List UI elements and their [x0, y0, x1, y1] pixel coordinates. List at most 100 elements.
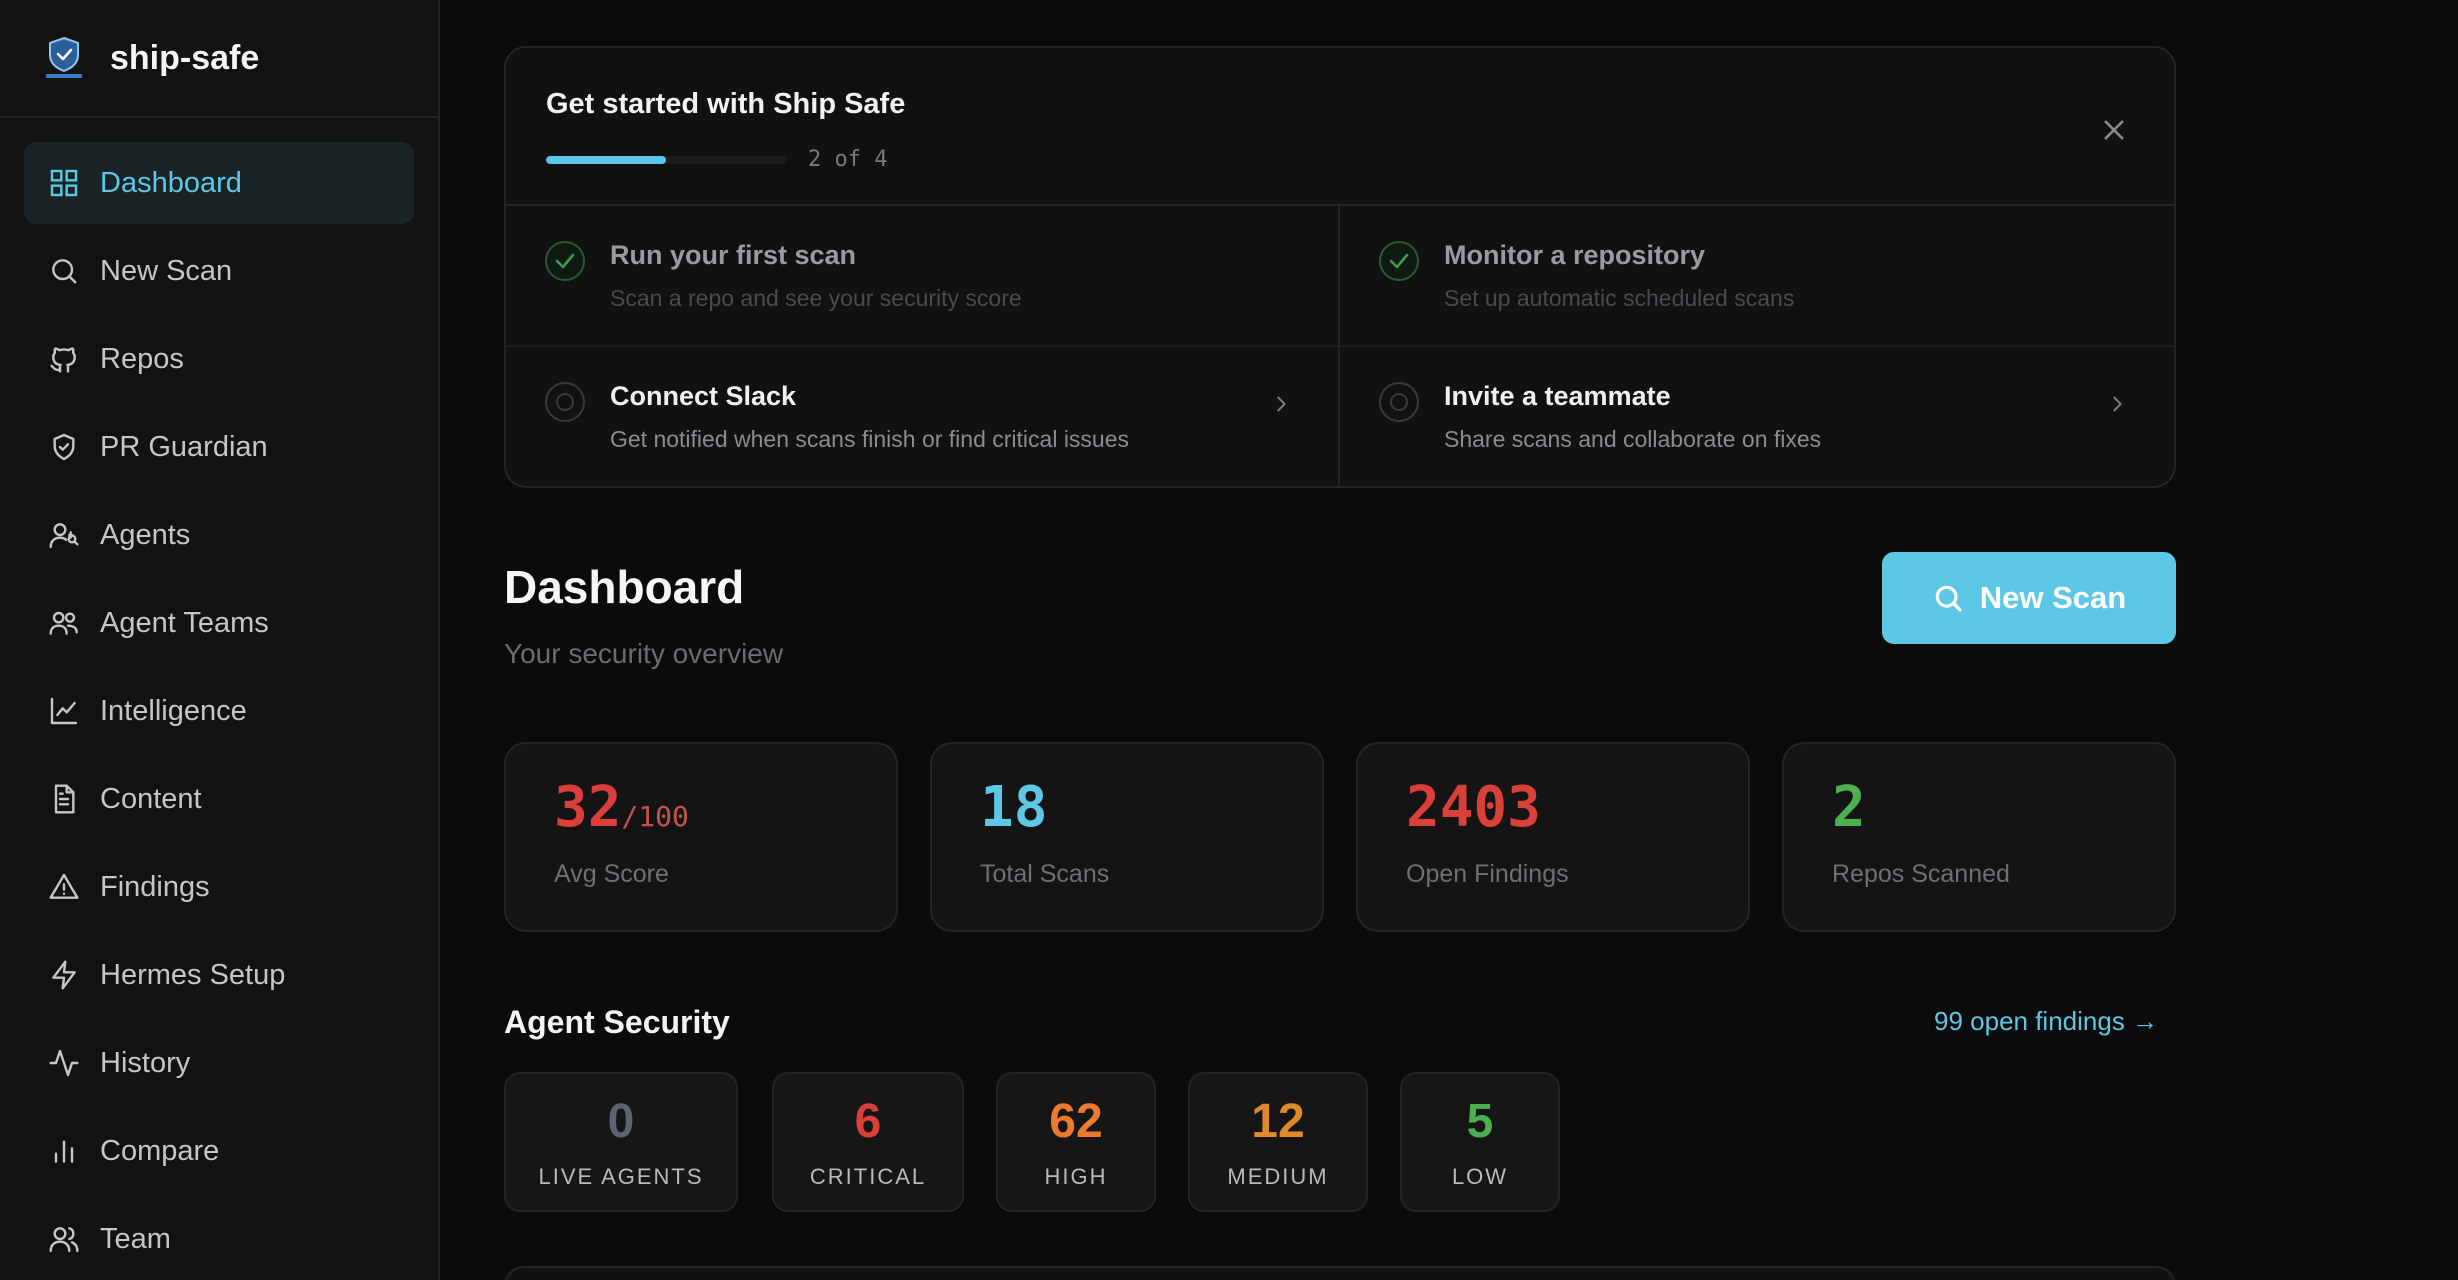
stat-label: Repos Scanned [1832, 860, 2010, 888]
stat-value: 2403 [1406, 780, 1748, 836]
open-findings-link[interactable]: 99 open findings → [1934, 1006, 2158, 1037]
page-title: Dashboard [504, 561, 745, 613]
activity-icon [49, 1049, 79, 1077]
brand[interactable]: ship-safe [0, 0, 438, 118]
sidebar-item-label: Repos [100, 342, 184, 375]
sidebar-item-agent-teams[interactable]: Agent Teams [24, 582, 414, 664]
pending-circle-icon [545, 382, 585, 422]
step-title: Run your first scan [610, 240, 857, 270]
github-icon [50, 347, 76, 373]
low-card[interactable]: 5 LOW [1400, 1072, 1560, 1212]
step-desc: Share scans and collaborate on fixes [1444, 426, 1822, 452]
document-icon [54, 784, 75, 814]
live-agents-card[interactable]: 0 LIVE AGENTS [504, 1072, 738, 1212]
sidebar-item-label: Content [100, 782, 202, 815]
mini-label: LIVE AGENTS [538, 1164, 704, 1189]
new-scan-button[interactable]: New Scan [1882, 552, 2176, 644]
check-circle-icon [1379, 241, 1419, 281]
mini-label: LOW [1451, 1164, 1509, 1189]
mini-label: CRITICAL [809, 1164, 927, 1189]
step-monitor-repository: Monitor a repository Set up automatic sc… [1340, 206, 2174, 347]
stat-number: 2 [1832, 775, 1866, 840]
sidebar-item-label: Agent Teams [100, 606, 269, 639]
lightning-icon [52, 960, 76, 990]
sidebar-item-label: Intelligence [100, 694, 247, 727]
close-icon[interactable] [2100, 116, 2128, 144]
stat-label: Total Scans [980, 860, 1110, 888]
mini-value: 6 [854, 1095, 882, 1148]
mini-value: 62 [1049, 1095, 1103, 1148]
onboarding-title: Get started with Ship Safe [546, 88, 906, 120]
stat-label: Open Findings [1406, 860, 1569, 888]
agent-icon [49, 523, 79, 549]
stat-card-avg-score: 32/100 Avg Score [504, 742, 898, 932]
sidebar-item-agents[interactable]: Agents [24, 494, 414, 576]
sidebar-item-team[interactable]: Team [24, 1198, 414, 1280]
sidebar-item-label: Agents [100, 518, 191, 551]
step-title: Invite a teammate [1444, 381, 1671, 411]
high-card[interactable]: 62 HIGH [996, 1072, 1156, 1212]
stat-suffix: /100 [621, 800, 689, 833]
medium-card[interactable]: 12 MEDIUM [1188, 1072, 1368, 1212]
step-desc: Set up automatic scheduled scans [1444, 285, 1795, 311]
sidebar-item-new-scan[interactable]: New Scan [24, 230, 414, 312]
sidebar-item-hermes-setup[interactable]: Hermes Setup [24, 934, 414, 1016]
onboarding-steps: Run your first scan Scan a repo and see … [506, 206, 2174, 486]
stat-card-total-scans: 18 Total Scans [930, 742, 1324, 932]
step-title: Monitor a repository [1444, 240, 1706, 270]
line-chart-icon [50, 697, 78, 725]
search-icon [52, 259, 77, 284]
stat-card-open-findings: 2403 Open Findings [1356, 742, 1750, 932]
sidebar-item-pr-guardian[interactable]: PR Guardian [24, 406, 414, 488]
sidebar-item-label: Dashboard [100, 166, 242, 199]
next-panel [504, 1266, 2176, 1280]
bar-chart-icon [54, 1140, 74, 1163]
mini-label: HIGH [1044, 1164, 1108, 1189]
critical-card[interactable]: 6 CRITICAL [772, 1072, 964, 1212]
stat-value: 2 [1832, 780, 2174, 836]
onboarding-header: Get started with Ship Safe 2 of 4 [506, 48, 2174, 206]
step-run-first-scan: Run your first scan Scan a repo and see … [506, 206, 1340, 347]
sidebar: ship-safe Dashboard New Scan Repos PR Gu… [0, 0, 440, 1280]
grid-icon [50, 169, 78, 197]
sidebar-item-label: Hermes Setup [100, 958, 286, 991]
check-circle-icon [545, 241, 585, 281]
sidebar-nav: Dashboard New Scan Repos PR Guardian Age… [0, 118, 438, 1280]
sidebar-item-history[interactable]: History [24, 1022, 414, 1104]
ship-safe-logo [46, 36, 82, 78]
step-desc: Scan a repo and see your security score [610, 285, 1022, 311]
sidebar-item-compare[interactable]: Compare [24, 1110, 414, 1192]
sidebar-item-label: Team [100, 1222, 171, 1255]
search-icon [1935, 585, 1962, 612]
sidebar-item-dashboard[interactable]: Dashboard [24, 142, 414, 224]
page-subtitle: Your security overview [504, 638, 784, 669]
warning-icon [49, 873, 79, 899]
sidebar-item-label: PR Guardian [100, 430, 268, 463]
progress-track [546, 155, 786, 164]
stat-value: 18 [980, 780, 1322, 836]
chevron-right-icon [2113, 396, 2122, 412]
stat-label: Avg Score [554, 860, 669, 888]
stat-value: 32/100 [554, 780, 896, 836]
agent-security-title: Agent Security [504, 1004, 730, 1040]
onboarding-progress: 2 of 4 [546, 147, 2174, 172]
mini-label: MEDIUM [1227, 1164, 1329, 1189]
stat-number: 18 [980, 775, 1048, 840]
onboarding-panel: Get started with Ship Safe 2 of 4 Run yo… [504, 46, 2176, 488]
users-icon [49, 611, 78, 635]
sidebar-item-label: Findings [100, 870, 210, 903]
sidebar-item-repos[interactable]: Repos [24, 318, 414, 400]
sidebar-item-label: Compare [100, 1134, 220, 1167]
stat-number: 32 [554, 775, 622, 840]
sidebar-item-findings[interactable]: Findings [24, 846, 414, 928]
shield-icon [53, 433, 75, 461]
step-connect-slack[interactable]: Connect Slack Get notified when scans fi… [506, 347, 1340, 486]
new-scan-label: New Scan [1979, 580, 2127, 615]
brand-name: ship-safe [110, 38, 260, 77]
step-invite-teammate[interactable]: Invite a teammate Share scans and collab… [1340, 347, 2174, 486]
pending-circle-icon [1379, 382, 1419, 422]
sidebar-item-intelligence[interactable]: Intelligence [24, 670, 414, 752]
sidebar-item-content[interactable]: Content [24, 758, 414, 840]
sidebar-item-label: New Scan [100, 254, 233, 287]
stat-number: 2403 [1406, 775, 1541, 840]
